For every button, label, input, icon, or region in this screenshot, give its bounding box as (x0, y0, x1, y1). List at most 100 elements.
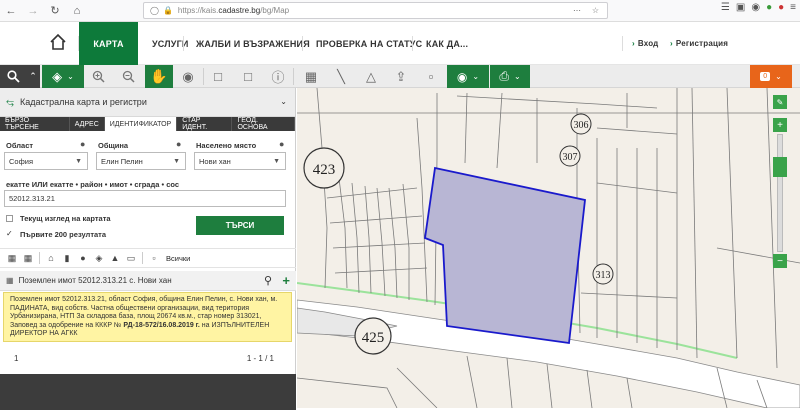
result-description[interactable]: Поземлен имот 52012.313.21, област София… (3, 292, 292, 342)
obshtina-label: Община (98, 141, 129, 150)
map-label-306: 306 (574, 120, 589, 131)
select-button[interactable]: ▫ (420, 65, 442, 88)
chevron-down-icon: ⌄ (775, 72, 782, 81)
check-icon[interactable]: ✓ (6, 229, 13, 238)
chevron-down-icon: ▼ (273, 158, 280, 165)
stamp-icon[interactable]: ▲ (107, 251, 123, 265)
select-all-icon[interactable]: ▫ (146, 251, 162, 265)
pin-icon[interactable]: ● (75, 251, 91, 265)
cart-button[interactable]: 0 ⌄ (750, 65, 792, 88)
zoom-in-icon (92, 70, 105, 83)
chevron-down-icon: ⌄ (513, 72, 521, 81)
back-icon[interactable]: ← (0, 0, 22, 22)
next-extent-button[interactable]: □ (238, 65, 258, 88)
tab-address[interactable]: АДРЕС (70, 117, 105, 131)
naseleno-select[interactable]: Нови хан ▼ (194, 152, 286, 170)
login-link[interactable]: › Вход (632, 22, 658, 65)
extension2-icon[interactable]: ● (778, 2, 784, 13)
tab-quick-search[interactable]: БЪРЗО ТЪРСЕНЕ (0, 117, 70, 131)
grid2-icon[interactable]: ▦ (20, 251, 36, 265)
add-icon[interactable]: + (282, 273, 290, 288)
search-panel: ⥃ Кадастрална карта и регистри ⌄ БЪРЗО Т… (0, 88, 296, 410)
upload-button[interactable]: ⇪ (390, 65, 412, 88)
measure-area-button[interactable]: △ (360, 65, 382, 88)
oblast-select[interactable]: София ▼ (4, 152, 88, 170)
sidebar-icon[interactable]: ▣ (736, 2, 745, 13)
more-icon[interactable]: ⋯ (573, 6, 581, 15)
location-pin-icon: ● (80, 139, 86, 149)
page-number[interactable]: 1 (14, 354, 18, 363)
nav-how-to[interactable]: КАК ДА... (426, 22, 468, 65)
home-nav-icon[interactable] (49, 33, 67, 51)
prev-extent-button[interactable]: □ (208, 65, 228, 88)
register-link[interactable]: › Регистрация (670, 22, 728, 65)
search-button[interactable]: ТЪРСИ (196, 216, 284, 235)
account-icon[interactable]: ◉ (751, 2, 760, 13)
tab-geodetic-base[interactable]: ГЕОД. ОСНОВА (232, 117, 295, 131)
extension-icon[interactable]: ● (766, 2, 772, 13)
pager: 1 1 - 1 / 1 (0, 351, 296, 366)
layers-button[interactable]: ◈ ⌄ (42, 65, 84, 88)
identifier-input[interactable]: 52012.313.21 (4, 190, 286, 207)
forward-icon[interactable]: → (22, 0, 44, 22)
cadastral-map[interactable]: 423 425 306 307 313 (297, 88, 800, 408)
polygon-icon: △ (366, 68, 376, 84)
obshtina-select[interactable]: Елин Пелин ▼ (96, 152, 186, 170)
chevron-down-icon[interactable]: ⌄ (280, 97, 287, 106)
tab-old-identifier[interactable]: СТАР ИДЕНТ. (177, 117, 233, 131)
print-button[interactable]: ⎙ ⌄ (490, 65, 530, 88)
map-canvas[interactable]: 423 425 306 307 313 ✎ + − (297, 88, 800, 408)
location-button[interactable]: ◉ ⌄ (447, 65, 489, 88)
page-range: 1 - 1 / 1 (246, 354, 274, 363)
nav-complaints[interactable]: ЖАЛБИ И ВЪЗРАЖЕНИЯ (196, 22, 310, 65)
zoom-plus-button[interactable]: + (773, 118, 787, 132)
menu-icon[interactable]: ≡ (790, 2, 796, 13)
grid-icon[interactable]: ▦ (4, 251, 20, 265)
house-icon[interactable]: ⌂ (43, 251, 59, 265)
shield-icon: ◯ (150, 6, 159, 15)
search-collapse-button[interactable]: ⌃ (26, 65, 40, 88)
address-bar[interactable]: ◯ 🔒 https://kais. cadastre.bg/bg/Map ⋯ ☆ (143, 2, 608, 19)
home-icon[interactable]: ⌂ (66, 0, 88, 22)
oblast-label: Област (6, 141, 34, 150)
zoom-search-icon[interactable]: ⚲ (264, 274, 272, 287)
info-icon: ⓘ (271, 70, 285, 85)
chevron-down-icon: ▼ (173, 158, 180, 165)
nav-status-check[interactable]: ПРОВЕРКА НА СТАТУС (316, 22, 422, 65)
zoom-slider[interactable] (773, 134, 787, 252)
zoom-slider-handle[interactable] (773, 157, 787, 177)
map-label-307: 307 (563, 152, 578, 163)
library-icon[interactable]: ☰ (721, 2, 730, 13)
globe-icon: ◉ (182, 68, 194, 84)
pan-button[interactable]: ✋ (145, 65, 173, 88)
chevron-down-icon: ▼ (75, 158, 82, 165)
zoom-in-button[interactable] (88, 65, 108, 88)
nav-map[interactable]: КАРТА (79, 22, 138, 65)
boundary-icon[interactable]: ▭ (123, 251, 139, 265)
edit-icon[interactable]: ✎ (773, 95, 787, 109)
tab-identifier[interactable]: ИДЕНТИФИКАТОР (104, 117, 178, 131)
layers-icon[interactable]: ◈ (91, 251, 107, 265)
result-header[interactable]: ▦ Поземлен имот 52012.313.21 с. Нови хан… (0, 271, 296, 291)
search-tool-button[interactable] (0, 65, 26, 88)
bookmark-star-icon[interactable]: ☆ (592, 6, 599, 15)
coordinates-button[interactable]: ▦ (300, 65, 322, 88)
site-nav: КАРТА УСЛУГИ ЖАЛБИ И ВЪЗРАЖЕНИЯ ПРОВЕРКА… (0, 22, 800, 65)
all-label[interactable]: Всички (166, 254, 190, 263)
building-icon[interactable]: ▮ (59, 251, 75, 265)
ruler-icon: ╲ (337, 68, 345, 84)
measure-length-button[interactable]: ╲ (330, 65, 352, 88)
map-toolbar: ⌃ ◈ ⌄ ✋ ◉ □ □ ⓘ ▦ ╲ △ ⇪ ▫ ◉ ⌄ ⎙ ⌄ 0 ⌄ (0, 65, 800, 88)
panel-header[interactable]: ⥃ Кадастрална карта и регистри ⌄ (0, 88, 295, 117)
hand-icon: ✋ (150, 68, 168, 84)
zoom-out-button[interactable] (118, 65, 138, 88)
grid-icon: ▦ (304, 68, 318, 84)
zoom-minus-button[interactable]: − (773, 254, 787, 268)
next-extent-icon: □ (244, 69, 252, 84)
info-button[interactable]: ⓘ (268, 65, 288, 88)
print-icon: ⎙ (499, 69, 509, 83)
reload-icon[interactable]: ↻ (44, 0, 66, 22)
globe-button[interactable]: ◉ (178, 65, 198, 88)
chevron-down-icon: ⌄ (472, 72, 480, 81)
current-view-checkbox[interactable] (6, 215, 13, 222)
